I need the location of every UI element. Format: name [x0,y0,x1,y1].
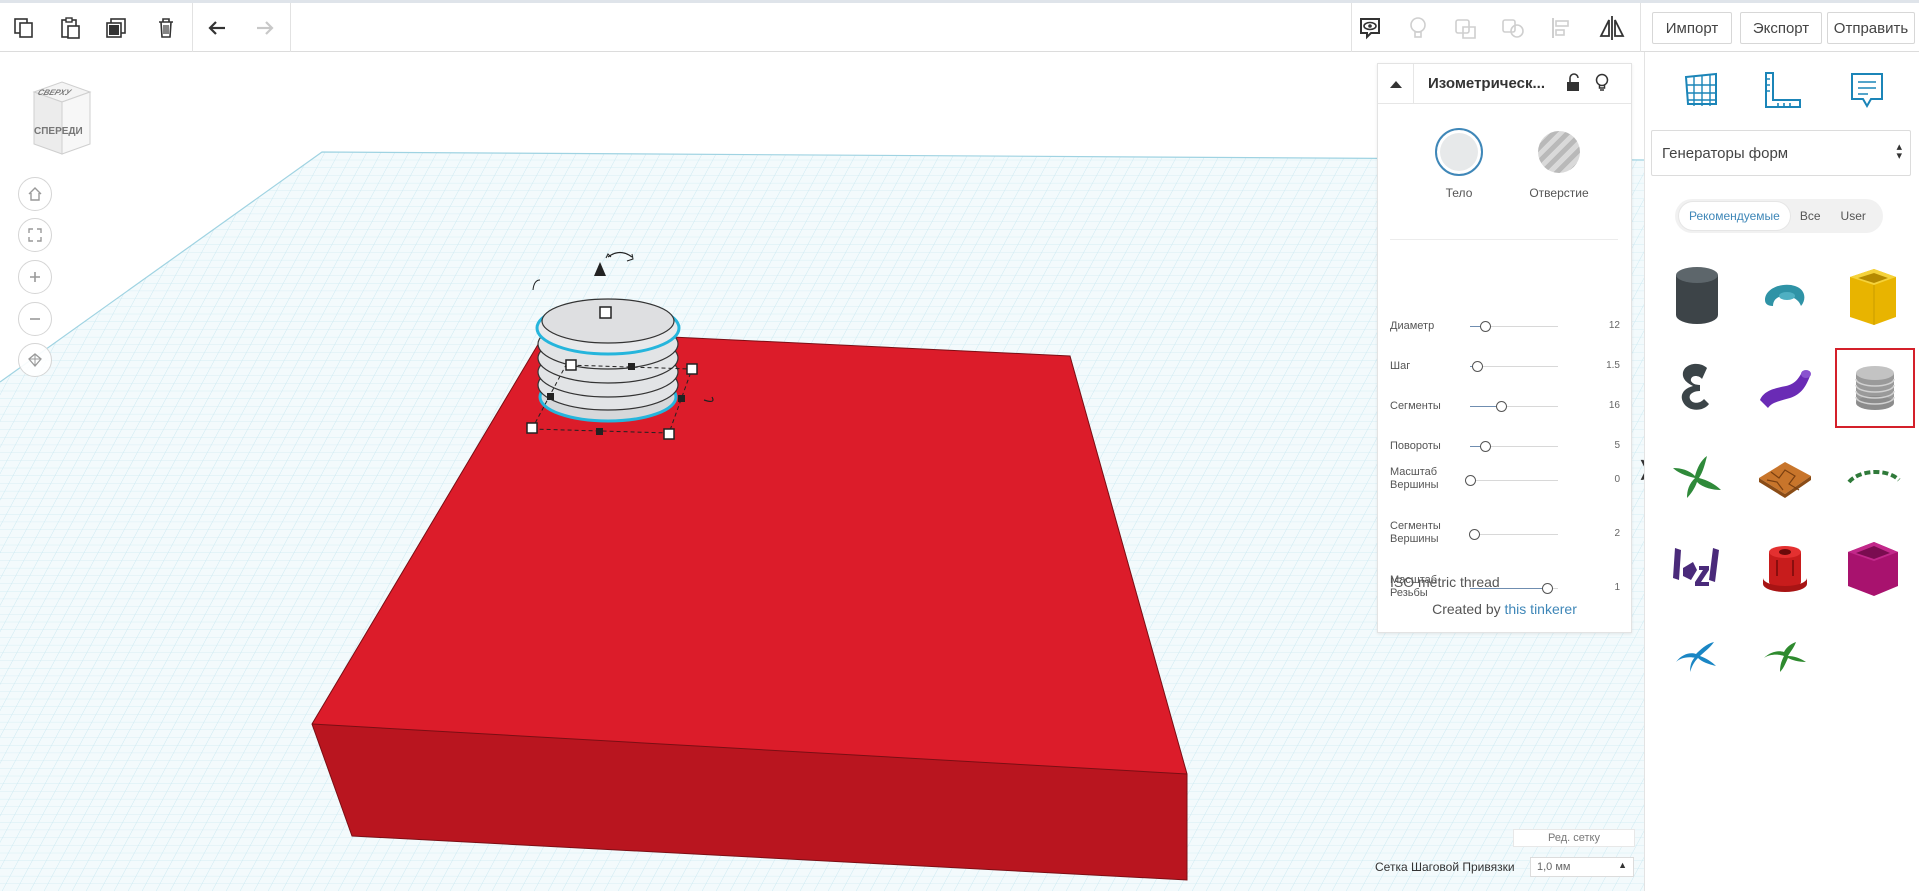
solid-swatch[interactable] [1435,128,1483,176]
notes-icon[interactable] [1837,62,1897,118]
param-slider-knob[interactable] [1465,475,1476,486]
param-value[interactable]: 1 [1614,582,1620,593]
collapse-button[interactable] [1378,64,1414,104]
send-button[interactable]: Отправить [1827,12,1915,44]
solid-label: Тело [1445,186,1473,200]
param-label: Масштаб Вершины [1390,466,1439,491]
tinkercad-editor: Импорт Экспорт Отправить СВЕРХУ СПЕРЕДИ … [0,0,1919,891]
param-value[interactable]: 5 [1614,440,1620,451]
align-icon[interactable] [1543,10,1579,46]
param-row: Шаг 1.5 [1390,358,1620,388]
top-toolbar: Импорт Экспорт Отправить [0,0,1919,52]
param-value[interactable]: 1.5 [1606,360,1620,371]
param-value[interactable]: 0 [1614,474,1620,485]
select-arrows-icon: ▴ ▾ [1896,141,1902,162]
home-view-button[interactable] [18,177,52,211]
teal-torus-shape[interactable] [1743,52,1823,132]
cracked-tile-shape[interactable] [1745,438,1825,518]
caret-up-icon: ▲ [1618,860,1627,870]
view-cube[interactable]: СВЕРХУ СПЕРЕДИ [28,78,92,160]
undo-icon[interactable] [200,10,236,46]
shape-tabs-row: Рекомендуемые Все User [1679,202,1876,230]
param-slider-knob[interactable] [1472,361,1484,372]
perspective-button[interactable] [18,343,52,377]
redo-icon[interactable] [246,10,282,46]
param-label: Диаметр [1390,320,1435,332]
shapes-panel: Генераторы форм ▴ ▾ Рекомендуемые Все Use… [1644,52,1919,891]
green-arc-shape[interactable] [1833,438,1913,518]
magenta-box-shape[interactable] [1833,528,1913,608]
purple-tube-shape[interactable] [1745,348,1825,428]
paste-icon[interactable] [52,10,88,46]
green-propeller-2-shape[interactable] [1745,618,1825,698]
param-slider-knob[interactable] [1468,529,1480,540]
show-all-icon[interactable] [1352,10,1388,46]
dark-cylinder-shape[interactable] [1657,256,1737,336]
param-slider-knob[interactable] [1479,321,1491,332]
param-row: Сегменты 16 [1390,398,1620,428]
threaded-cylinder-shape[interactable] [1835,348,1915,428]
hole-option[interactable]: Отверстие [1514,128,1604,200]
param-slider-knob[interactable] [1495,401,1507,412]
category-select[interactable]: Генераторы форм ▴ ▾ [1651,130,1911,176]
light-bulb-icon[interactable] [1594,73,1610,98]
param-value[interactable]: 2 [1614,528,1620,539]
copy-icon[interactable] [6,10,42,46]
purple-text-shape[interactable] [1657,528,1737,608]
hole-swatch[interactable] [1538,131,1580,173]
trash-icon[interactable] [148,10,184,46]
param-row: Сегменты Вершины 2 [1390,516,1620,546]
zoom-out-button[interactable] [18,302,52,336]
export-button[interactable]: Экспорт [1740,12,1822,44]
fit-view-button[interactable] [18,218,52,252]
param-label: Сегменты Вершины [1390,520,1441,545]
ungroup-icon[interactable] [1495,10,1531,46]
zoom-in-button[interactable] [18,260,52,294]
param-slider-knob[interactable] [1479,441,1491,452]
duplicate-icon[interactable] [98,10,134,46]
tab-user[interactable]: User [1831,202,1876,230]
dark-e-shape[interactable] [1657,348,1737,428]
param-row: Масштаб Вершины 0 [1390,462,1620,492]
import-button[interactable]: Импорт [1652,12,1732,44]
param-slider-track[interactable] [1470,480,1558,481]
grid-icon[interactable] [1671,62,1731,118]
yellow-box-shape[interactable] [1833,256,1913,336]
param-slider-track[interactable] [1470,534,1558,535]
param-slider-knob[interactable] [1542,583,1554,594]
lock-icon[interactable] [1564,73,1582,98]
inspector-header: Изометрическ... [1378,64,1631,104]
tab-recommended[interactable]: Рекомендуемые [1679,202,1790,230]
shape-inspector-panel: Изометрическ... Тело Отверстие Диаметр 12… [1377,63,1632,633]
edit-grid-button[interactable]: Ред. сетку [1513,829,1635,847]
credit-line: Created by this tinkerer [1432,601,1577,617]
param-value[interactable]: 16 [1609,400,1620,411]
mirror-icon[interactable] [1594,10,1630,46]
param-label: Шаг [1390,360,1411,372]
viewcube-front-label[interactable]: СПЕРЕДИ [34,126,83,137]
author-link[interactable]: this tinkerer [1505,601,1577,617]
inspector-title: Изометрическ... [1428,75,1546,92]
param-slider-track[interactable] [1470,366,1558,367]
solid-option[interactable]: Тело [1414,128,1504,200]
param-label: Сегменты [1390,400,1441,412]
group-icon[interactable] [1448,10,1484,46]
tab-all[interactable]: Все [1790,202,1831,230]
snap-grid-label: Сетка Шаговой Привязки [1375,860,1515,874]
param-value[interactable]: 12 [1609,320,1620,331]
blue-propeller-shape[interactable] [1657,618,1737,698]
light-bulb-icon[interactable] [1400,10,1436,46]
shape-name: ISO metric thread [1390,574,1500,590]
param-row: Диаметр 12 [1390,318,1620,348]
red-connector-shape[interactable] [1745,528,1825,608]
viewcube-top-label[interactable]: СВЕРХУ [36,88,72,97]
snap-grid-select[interactable]: 1,0 мм ▲ [1530,857,1634,877]
param-label: Повороты [1390,440,1441,452]
green-propeller-shape[interactable] [1657,438,1737,518]
hole-label: Отверстие [1529,186,1589,200]
teal-torus-shape[interactable] [1745,256,1825,336]
